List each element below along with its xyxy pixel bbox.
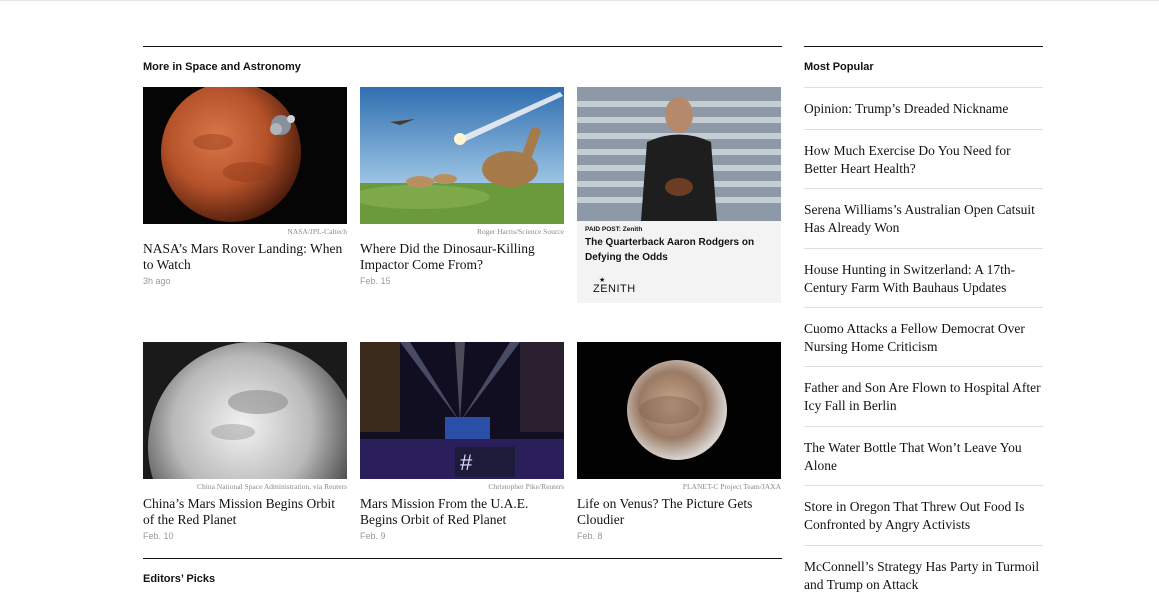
popular-item[interactable]: Father and Son Are Flown to Hospital Aft… [804,366,1043,415]
popular-item[interactable]: House Hunting in Switzerland: A 17th-Cen… [804,248,1043,297]
paid-post-image[interactable] [577,87,781,221]
article-card-china-mars[interactable]: China National Space Administration, via… [143,342,347,541]
popular-item[interactable]: Opinion: Trump’s Dreaded Nickname [804,87,1043,118]
most-popular-title: Most Popular [804,61,874,73]
article-card-mars-rover[interactable]: NASA/JPL-Caltech NASA’s Mars Rover Landi… [143,87,347,286]
article-card-dinosaur-impactor[interactable]: Roger Harris/Science Source Where Did th… [360,87,564,286]
image-credit: Christopher Pike/Reuters [488,482,564,491]
page-top-border [0,0,1159,1]
uae-mars-image[interactable]: # [360,342,564,479]
article-date: Feb. 15 [360,276,391,286]
image-credit: China National Space Administration, via… [197,482,347,491]
popular-item-headline[interactable]: House Hunting in Switzerland: A 17th-Cen… [804,249,1043,297]
svg-text:#: # [460,450,473,475]
popular-item[interactable]: McConnell’s Strategy Has Party in Turmoi… [804,545,1043,594]
image-credit: PLANET-C Project Team/JAXA [682,482,781,491]
article-card-uae-mars[interactable]: # Christopher Pike/Reuters Mars Mission … [360,342,564,541]
image-credit: NASA/JPL-Caltech [287,227,347,236]
popular-item-headline[interactable]: McConnell’s Strategy Has Party in Turmoi… [804,546,1043,594]
article-headline[interactable]: Life on Venus? The Picture Gets Cloudier [577,496,781,528]
paid-post-card[interactable]: PAID POST: Zenith The Quarterback Aaron … [577,87,781,303]
popular-item-headline[interactable]: Opinion: Trump’s Dreaded Nickname [804,88,1043,118]
zenith-logo: ZENITH [593,283,636,295]
venus-image[interactable] [577,342,781,479]
article-headline[interactable]: China’s Mars Mission Begins Orbit of the… [143,496,347,528]
article-card-venus[interactable]: PLANET-C Project Team/JAXA Life on Venus… [577,342,781,541]
popular-item-headline[interactable]: Store in Oregon That Threw Out Food Is C… [804,486,1043,534]
article-date: Feb. 9 [360,531,386,541]
article-date: 3h ago [143,276,171,286]
popular-item-headline[interactable]: Cuomo Attacks a Fellow Democrat Over Nur… [804,308,1043,356]
paid-post-headline[interactable]: The Quarterback Aaron Rodgers on Defying… [585,235,773,265]
popular-item-headline[interactable]: Father and Son Are Flown to Hospital Aft… [804,367,1043,415]
paid-post-label: PAID POST: Zenith [585,226,643,233]
editors-picks-title[interactable]: Editors’ Picks [143,573,215,585]
image-credit: Roger Harris/Science Source [476,227,564,236]
article-date: Feb. 10 [143,531,174,541]
article-headline[interactable]: Where Did the Dinosaur-Killing Impactor … [360,241,564,273]
article-headline[interactable]: NASA’s Mars Rover Landing: When to Watch [143,241,347,273]
popular-item[interactable]: Cuomo Attacks a Fellow Democrat Over Nur… [804,307,1043,356]
popular-item[interactable]: Serena Williams’s Australian Open Catsui… [804,188,1043,237]
popular-item[interactable]: How Much Exercise Do You Need for Better… [804,129,1043,178]
popular-item-headline[interactable]: How Much Exercise Do You Need for Better… [804,130,1043,178]
article-headline[interactable]: Mars Mission From the U.A.E. Begins Orbi… [360,496,564,528]
popular-item-headline[interactable]: Serena Williams’s Australian Open Catsui… [804,189,1043,237]
editors-picks-rule [143,558,782,559]
article-date: Feb. 8 [577,531,603,541]
dinosaur-impactor-image[interactable] [360,87,564,224]
china-mars-image[interactable] [143,342,347,479]
popular-item-headline[interactable]: The Water Bottle That Won’t Leave You Al… [804,427,1043,475]
mars-rover-image[interactable] [143,87,347,224]
section-rule [143,46,782,47]
popular-item[interactable]: Store in Oregon That Threw Out Food Is C… [804,485,1043,534]
section-title[interactable]: More in Space and Astronomy [143,61,301,73]
popular-item[interactable]: The Water Bottle That Won’t Leave You Al… [804,426,1043,475]
sidebar-rule [804,46,1043,47]
